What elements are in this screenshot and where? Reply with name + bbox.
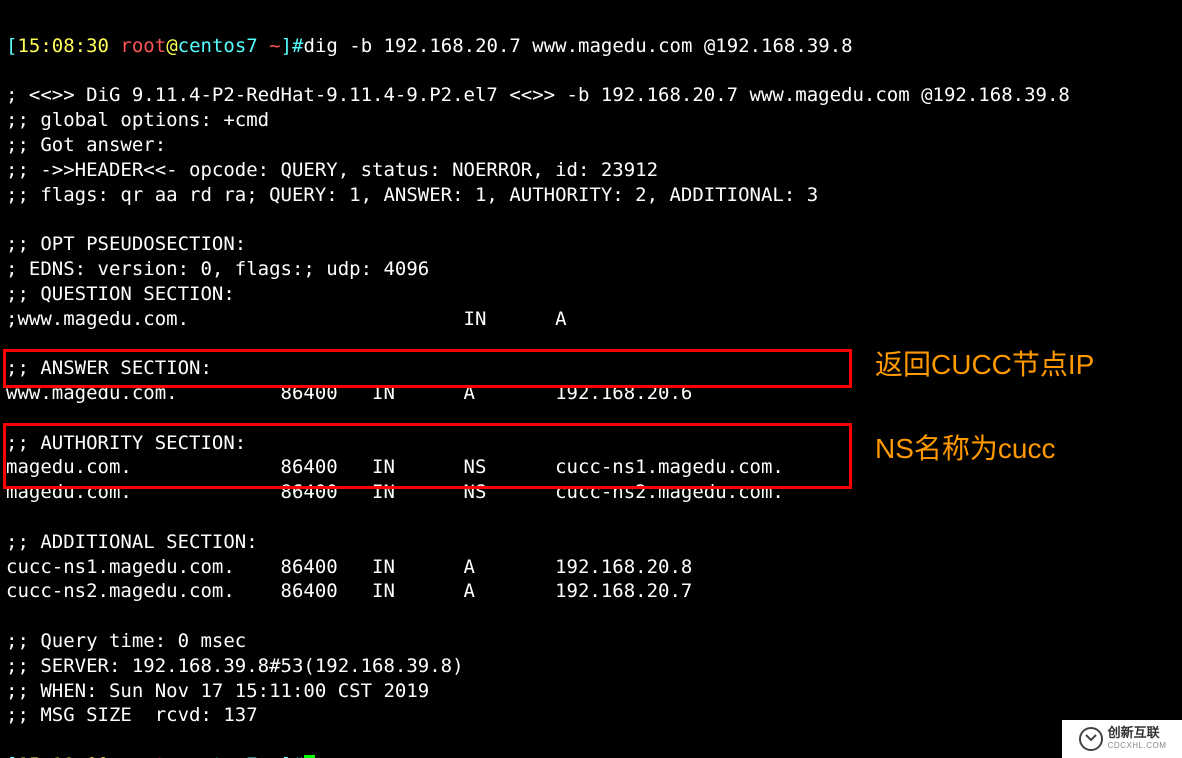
command-1: dig -b 192.168.20.7 www.magedu.com @192.…: [304, 35, 853, 57]
authority-record: magedu.com. 86400 IN NS cucc-ns2.magedu.…: [6, 481, 784, 503]
prompt-2-host: centos7: [178, 754, 258, 758]
output-line: ;www.magedu.com. IN A: [6, 308, 567, 330]
output-line: ;; ->>HEADER<<- opcode: QUERY, status: N…: [6, 159, 658, 181]
prompt-2-hash: ]#: [281, 754, 304, 758]
watermark-logo-icon: [1078, 726, 1104, 752]
output-line: ;; ANSWER SECTION:: [6, 357, 212, 379]
prompt-1-path: ~: [258, 35, 281, 57]
authority-record: magedu.com. 86400 IN NS cucc-ns1.magedu.…: [6, 456, 784, 478]
output-line: ;; MSG SIZE rcvd: 137: [6, 704, 258, 726]
output-line: ;; Got answer:: [6, 134, 166, 156]
prompt-2-open-bracket: [: [6, 754, 17, 758]
annotation-ns-cucc: NS名称为cucc: [875, 432, 1055, 466]
prompt-1-host: centos7: [178, 35, 258, 57]
prompt-2-user: root: [120, 754, 166, 758]
output-line: ;; flags: qr aa rd ra; QUERY: 1, ANSWER:…: [6, 184, 818, 206]
additional-record: cucc-ns2.magedu.com. 86400 IN A 192.168.…: [6, 580, 692, 602]
output-line: ;; ADDITIONAL SECTION:: [6, 531, 258, 553]
prompt-1-at: @: [166, 35, 177, 57]
prompt-2-path: ~: [258, 754, 281, 758]
answer-record: www.magedu.com. 86400 IN A 192.168.20.6: [6, 382, 692, 404]
watermark-text: 创新互联 CDCXHL.COM: [1108, 727, 1167, 752]
output-line: ;; Query time: 0 msec: [6, 630, 246, 652]
output-line: ;; AUTHORITY SECTION:: [6, 432, 246, 454]
prompt-1-open-bracket: [: [6, 35, 17, 57]
additional-record: cucc-ns1.magedu.com. 86400 IN A 192.168.…: [6, 556, 692, 578]
watermark: 创新互联 CDCXHL.COM: [1062, 720, 1182, 758]
output-line: ; EDNS: version: 0, flags:; udp: 4096: [6, 258, 429, 280]
prompt-1-time: 15:08:30: [17, 35, 109, 57]
output-line: ; <<>> DiG 9.11.4-P2-RedHat-9.11.4-9.P2.…: [6, 84, 1070, 106]
output-line: ;; SERVER: 192.168.39.8#53(192.168.39.8): [6, 655, 464, 677]
output-line: ;; global options: +cmd: [6, 109, 269, 131]
annotation-cucc-ip: 返回CUCC节点IP: [875, 348, 1094, 382]
prompt-2-time: 15:11:00: [17, 754, 109, 758]
output-line: ;; OPT PSEUDOSECTION:: [6, 233, 246, 255]
prompt-1-hash: ]#: [281, 35, 304, 57]
prompt-2-at: @: [166, 754, 177, 758]
output-line: ;; WHEN: Sun Nov 17 15:11:00 CST 2019: [6, 680, 429, 702]
output-line: ;; QUESTION SECTION:: [6, 283, 235, 305]
prompt-1-user: root: [120, 35, 166, 57]
